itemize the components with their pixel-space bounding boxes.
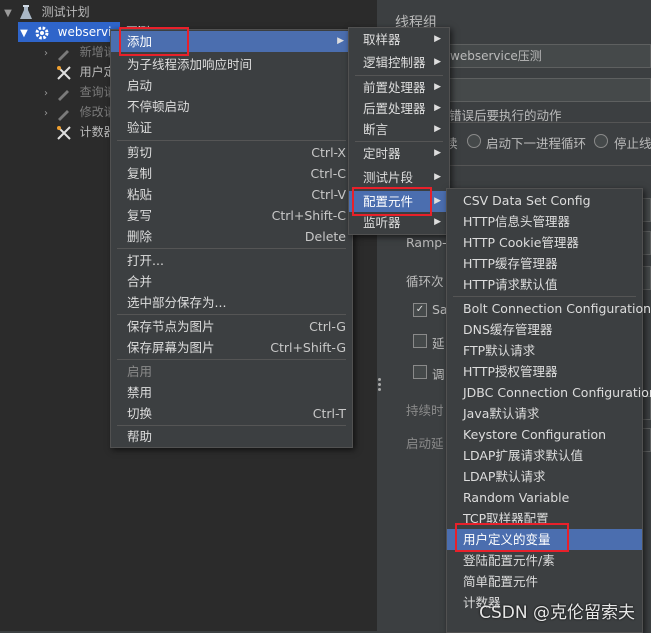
pipette-icon	[56, 85, 72, 101]
menu-item-add-think-time[interactable]: 为子线程添加响应时间	[111, 54, 352, 75]
menu-item-config-element[interactable]: 配置元件 ▶	[349, 191, 449, 212]
menu-item-help[interactable]: 帮助	[111, 426, 352, 447]
delay-checkbox[interactable]	[413, 334, 427, 348]
submenu-arrow-icon: ▶	[434, 124, 441, 134]
menu-item-auth-manager[interactable]: HTTP授权管理器	[447, 361, 642, 382]
config-element-submenu: CSV Data Set Config HTTP信息头管理器 HTTP Cook…	[446, 188, 651, 633]
menu-item-enable: 启用	[127, 364, 153, 379]
submenu-arrow-icon: ▶	[434, 34, 441, 44]
tree-node-counter[interactable]: 计数器	[40, 122, 116, 142]
menu-item-validate[interactable]: 验证	[111, 117, 352, 138]
menu-item-listener[interactable]: 监听器 ▶	[349, 212, 449, 233]
context-menu: 添加 ▶ 为子线程添加响应时间 启动 不停顿启动 验证 剪切 Ctrl-X 复制 Ct…	[110, 29, 353, 448]
tree-node-label: 测试计划	[41, 5, 90, 19]
submenu-arrow-icon: ▶	[434, 103, 441, 113]
scheduler-label: 调	[432, 367, 445, 382]
menu-item-sampler[interactable]: 取样器 ▶	[349, 29, 449, 50]
wrench-icon	[56, 125, 72, 141]
startup-delay-label: 启动延	[406, 436, 444, 451]
menu-item-cookie-manager[interactable]: HTTP Cookie管理器	[447, 232, 642, 253]
loop-count-label: 循环次	[406, 274, 444, 289]
menu-item-random-variable[interactable]: Random Variable	[447, 487, 642, 508]
menu-item-save-selection[interactable]: 选中部分保存为...	[111, 292, 352, 313]
menu-item-open[interactable]: 打开...	[111, 250, 352, 271]
submenu-arrow-icon: ▶	[337, 36, 344, 46]
submenu-arrow-icon: ▶	[434, 172, 441, 182]
delay-label: 延	[432, 336, 445, 351]
submenu-arrow-icon: ▶	[434, 196, 441, 206]
menu-item-save-screen-image[interactable]: 保存屏幕为图片 Ctrl+Shift-G	[111, 337, 352, 358]
menu-item-duplicate[interactable]: 复写 Ctrl+Shift-C	[111, 205, 352, 226]
menu-item-copy[interactable]: 复制 Ctrl-C	[111, 163, 352, 184]
menu-item-java-defaults[interactable]: Java默认请求	[447, 403, 642, 424]
gear-icon	[34, 25, 50, 41]
menu-item-paste[interactable]: 粘贴 Ctrl-V	[111, 184, 352, 205]
add-submenu: 取样器 ▶ 逻辑控制器 ▶ 前置处理器 ▶ 后置处理器 ▶ 断言 ▶ 定时器 ▶ 测试片段 ▶…	[348, 27, 450, 235]
submenu-arrow-icon: ▶	[434, 148, 441, 158]
menu-item-simple-config[interactable]: 简单配置元件	[447, 571, 642, 592]
same-user-checkbox[interactable]: ✓	[413, 303, 427, 317]
splitter-grip-dot	[378, 383, 381, 386]
menu-item-cache-manager[interactable]: HTTP缓存管理器	[447, 253, 642, 274]
menu-item-start[interactable]: 启动	[111, 75, 352, 96]
pipette-icon	[56, 105, 72, 121]
expand-arrow-icon[interactable]: ›	[40, 84, 52, 104]
radio-next-loop[interactable]	[467, 134, 481, 148]
menu-item-save-node-image[interactable]: 保存节点为图片 Ctrl-G	[111, 316, 352, 337]
submenu-arrow-icon: ▶	[434, 57, 441, 67]
submenu-arrow-icon: ▶	[434, 217, 441, 227]
splitter-grip-dot	[378, 388, 381, 391]
menu-item-merge[interactable]: 合并	[111, 271, 352, 292]
menu-item-start-no-pause[interactable]: 不停顿启动	[111, 96, 352, 117]
menu-item-timer[interactable]: 定时器 ▶	[349, 143, 449, 164]
splitter-grip-dot	[378, 378, 381, 381]
tree-node-test-plan[interactable]: ▼ 测试计划	[2, 2, 90, 22]
menu-item-delete[interactable]: 删除 Delete	[111, 226, 352, 247]
duration-label: 持续时	[406, 403, 444, 418]
menu-item-login-config[interactable]: 登陆配置元件/素	[447, 550, 642, 571]
menu-item-jdbc-connection[interactable]: JDBC Connection Configuration	[447, 382, 651, 403]
collapse-arrow-icon[interactable]: ▼	[2, 4, 14, 24]
menu-item-disable[interactable]: 禁用	[111, 382, 352, 403]
menu-item-ldap-defaults[interactable]: LDAP默认请求	[447, 466, 642, 487]
menu-item-dns-cache[interactable]: DNS缓存管理器	[447, 319, 642, 340]
radio-stop-thread[interactable]	[594, 134, 608, 148]
menu-item-bolt-connection[interactable]: Bolt Connection Configuration	[447, 298, 651, 319]
menu-item-http-defaults[interactable]: HTTP请求默认值	[447, 274, 642, 295]
wrench-icon	[56, 65, 72, 81]
watermark: CSDN @克伦留索夫	[479, 603, 635, 623]
collapse-arrow-icon[interactable]: ▼	[18, 24, 30, 44]
menu-item-ldap-ext-defaults[interactable]: LDAP扩展请求默认值	[447, 445, 642, 466]
menu-item-toggle[interactable]: 切换 Ctrl-T	[111, 403, 352, 424]
menu-item-assertion[interactable]: 断言 ▶	[349, 119, 449, 140]
menu-item-header-manager[interactable]: HTTP信息头管理器	[447, 211, 642, 232]
menu-item-csv-data-set[interactable]: CSV Data Set Config	[447, 190, 642, 211]
submenu-arrow-icon: ▶	[434, 82, 441, 92]
menu-item-cut[interactable]: 剪切 Ctrl-X	[111, 142, 352, 163]
expand-arrow-icon[interactable]: ›	[40, 104, 52, 124]
menu-item-keystore-config[interactable]: Keystore Configuration	[447, 424, 642, 445]
expand-arrow-icon[interactable]: ›	[40, 44, 52, 64]
menu-item-post-processor[interactable]: 后置处理器 ▶	[349, 98, 449, 119]
menu-item-pre-processor[interactable]: 前置处理器 ▶	[349, 77, 449, 98]
menu-item-test-fragment[interactable]: 测试片段 ▶	[349, 167, 449, 188]
scheduler-checkbox[interactable]	[413, 365, 427, 379]
menu-item-add[interactable]: 添加 ▶	[111, 31, 352, 52]
radio-stop-thread-label: 停止线	[614, 136, 651, 151]
menu-item-logic-controller[interactable]: 逻辑控制器 ▶	[349, 52, 449, 73]
radio-next-loop-label: 启动下一进程循环	[486, 136, 587, 151]
tree-node-thread-group[interactable]: ▼ webservice压测	[18, 22, 149, 44]
pipette-icon	[56, 45, 72, 61]
menu-item-tcp-config[interactable]: TCP取样器配置	[447, 508, 642, 529]
menu-item-user-defined-vars[interactable]: 用户定义的变量	[447, 529, 642, 550]
flask-icon	[18, 4, 34, 21]
menu-item-ftp-defaults[interactable]: FTP默认请求	[447, 340, 642, 361]
